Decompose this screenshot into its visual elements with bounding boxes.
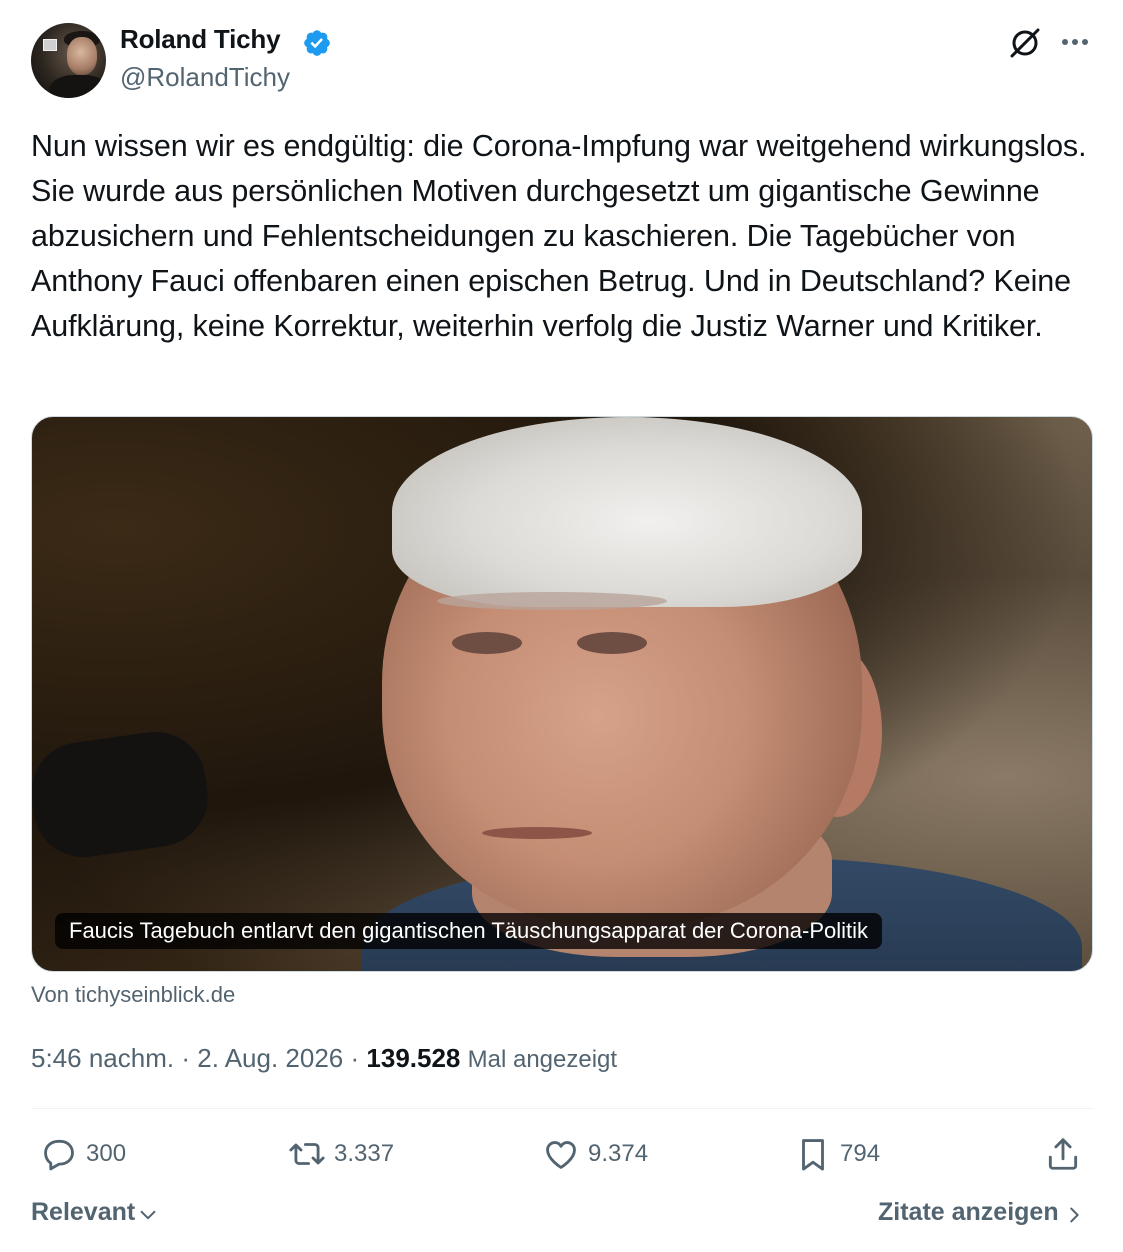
view-quotes-link[interactable]: Zitate anzeigen [878, 1198, 1085, 1227]
like-button[interactable]: 9.374 [542, 1134, 648, 1174]
photo-eye-left [452, 632, 522, 654]
photo-hair [392, 417, 862, 607]
grok-icon[interactable] [1008, 26, 1042, 60]
tweet-meta: 5:46 nachm. · 2. Aug. 2026 · 139.528 Mal… [31, 1043, 617, 1074]
divider [31, 1108, 1093, 1109]
like-count: 9.374 [588, 1140, 649, 1167]
avatar-background-frame [43, 39, 57, 51]
meta-separator: · [350, 1043, 360, 1073]
bookmark-count: 794 [840, 1140, 881, 1167]
tweet-text: Nun wissen wir es endgültig: die Corona-… [31, 129, 1087, 343]
retweet-button[interactable]: 3.337 [288, 1134, 394, 1174]
meta-separator: · [181, 1043, 190, 1073]
retweet-icon [289, 1143, 325, 1165]
reply-icon [44, 1139, 74, 1171]
card-source[interactable]: Von tichyseinblick.de [31, 982, 235, 1008]
verified-badge-icon [304, 30, 330, 56]
photo-mouth [482, 827, 592, 839]
avatar-body [49, 75, 106, 98]
reply-sort-dropdown[interactable]: Relevant [31, 1198, 159, 1227]
bookmark-icon [802, 1139, 824, 1171]
avatar[interactable] [31, 23, 106, 98]
heart-icon [546, 1141, 576, 1169]
view-count-label: Mal angezeigt [467, 1046, 618, 1073]
reply-count: 300 [86, 1140, 127, 1167]
photo-eye-right [577, 632, 647, 654]
tweet-date[interactable]: 2. Aug. 2026 [197, 1043, 343, 1073]
card-caption: Faucis Tagebuch entlarvt den gigantische… [55, 913, 883, 949]
sort-label: Relevant [31, 1198, 136, 1226]
avatar-face [67, 37, 97, 75]
reply-button[interactable]: 300 [40, 1134, 126, 1174]
chevron-right-icon [1069, 1207, 1079, 1222]
author-display-name[interactable]: Roland Tichy [120, 24, 281, 55]
more-icon[interactable] [1058, 30, 1092, 54]
tweet-time[interactable]: 5:46 nachm. [31, 1043, 174, 1073]
bookmark-button[interactable]: 794 [794, 1134, 880, 1174]
author-handle[interactable]: @RolandTichy [120, 62, 290, 93]
photo-brow [437, 592, 667, 610]
view-count: 139.528 [366, 1043, 461, 1073]
chevron-down-icon [140, 1210, 156, 1219]
link-card-image[interactable]: Faucis Tagebuch entlarvt den gigantische… [31, 416, 1093, 972]
quotes-label: Zitate anzeigen [878, 1198, 1059, 1226]
retweet-count: 3.337 [334, 1140, 395, 1167]
share-button[interactable] [1044, 1134, 1082, 1174]
share-icon [1048, 1138, 1078, 1170]
photo-microphone [32, 725, 215, 864]
